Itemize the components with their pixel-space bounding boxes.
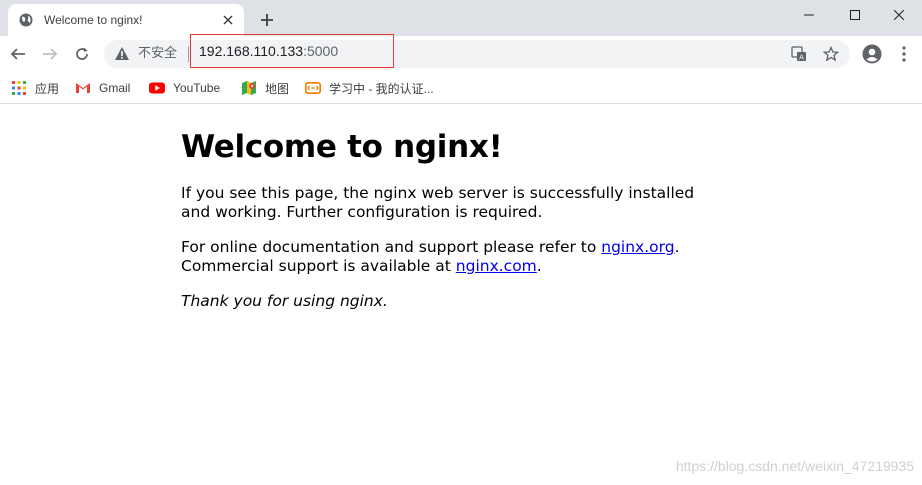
bookmarks-bar: 应用 Gmail YouTube 地图 学习中 - 我的认证... xyxy=(0,72,922,104)
globe-icon xyxy=(18,12,34,28)
maximize-button[interactable] xyxy=(832,0,878,30)
omnibox-divider xyxy=(188,46,189,62)
bookmark-label: YouTube xyxy=(173,81,221,95)
url-text[interactable]: 192.168.110.133:5000 xyxy=(199,43,338,59)
tab-strip: Welcome to nginx! xyxy=(0,0,922,36)
thanks-text: Thank you for using nginx. xyxy=(181,292,388,310)
support-paragraph: For online documentation and support ple… xyxy=(181,238,701,276)
support-text-period: . xyxy=(674,238,680,256)
commercial-text: Commercial support is available at xyxy=(181,257,456,275)
bookmark-label: 应用 xyxy=(35,81,60,96)
nginx-org-link[interactable]: nginx.org xyxy=(601,238,674,256)
menu-kebab-icon[interactable] xyxy=(890,40,918,68)
bookmark-label: 地图 xyxy=(265,81,290,96)
maps-icon xyxy=(241,80,257,96)
tab-active[interactable]: Welcome to nginx! xyxy=(8,4,244,36)
bookmark-site-icon xyxy=(305,80,321,96)
bookmark-site[interactable]: 学习中 - 我的认证... xyxy=(305,78,434,98)
profile-avatar-icon[interactable] xyxy=(858,40,886,68)
tab-title: Welcome to nginx! xyxy=(44,13,143,27)
bookmark-maps[interactable]: 地图 xyxy=(241,78,289,98)
reload-button[interactable] xyxy=(68,40,96,68)
warning-icon[interactable] xyxy=(114,46,130,62)
nginx-com-link[interactable]: nginx.com xyxy=(456,257,537,275)
support-text: For online documentation and support ple… xyxy=(181,238,602,256)
thanks-paragraph: Thank you for using nginx. xyxy=(181,292,701,311)
star-icon[interactable] xyxy=(822,45,840,63)
security-label[interactable]: 不安全 xyxy=(138,46,177,62)
watermark: https://blog.csdn.net/weixin_47219935 xyxy=(675,458,914,474)
minimize-button[interactable] xyxy=(786,0,832,30)
bookmark-apps[interactable]: 应用 xyxy=(11,78,59,98)
url-highlight-box: 192.168.110.133:5000 xyxy=(190,34,394,68)
bookmark-label: 学习中 - 我的认证... xyxy=(329,81,434,96)
svg-text:A: A xyxy=(799,54,804,62)
toolbar: 不安全 192.168.110.133:5000 A xyxy=(0,34,922,72)
forward-button[interactable] xyxy=(36,40,64,68)
new-tab-button[interactable] xyxy=(256,9,278,31)
back-button[interactable] xyxy=(4,40,32,68)
page-title: Welcome to nginx! xyxy=(181,129,503,165)
commercial-text-period: . xyxy=(536,257,542,275)
bookmark-gmail[interactable]: Gmail xyxy=(75,78,130,98)
page-content: Welcome to nginx! If you see this page, … xyxy=(181,128,701,327)
apps-grid-icon xyxy=(11,80,27,96)
close-window-button[interactable] xyxy=(876,0,922,30)
url-host: 192.168.110.133 xyxy=(199,43,304,59)
bookmark-youtube[interactable]: YouTube xyxy=(149,78,220,98)
gmail-icon xyxy=(75,80,91,96)
url-port: :5000 xyxy=(303,43,339,59)
bookmark-label: Gmail xyxy=(99,81,131,95)
address-bar[interactable]: 不安全 192.168.110.133:5000 A xyxy=(104,34,850,68)
intro-paragraph: If you see this page, the nginx web serv… xyxy=(181,184,695,221)
youtube-icon xyxy=(149,80,165,96)
tab-close-icon[interactable] xyxy=(220,12,236,28)
translate-icon[interactable]: A xyxy=(790,45,808,63)
